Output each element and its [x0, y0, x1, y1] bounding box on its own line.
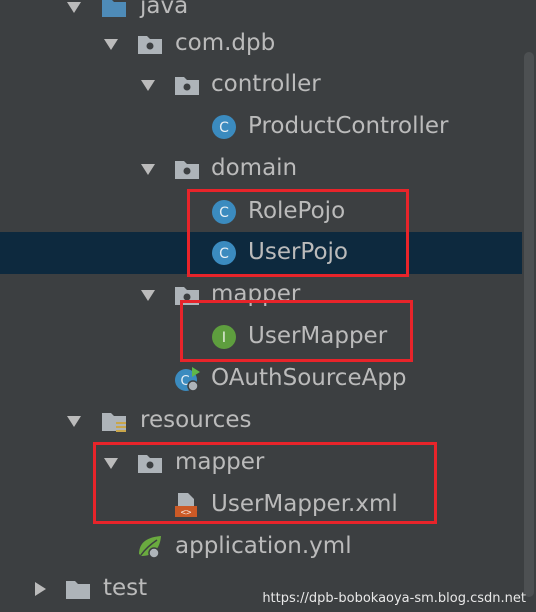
highlight-box-mapper-xml: [93, 442, 437, 524]
tree-item-label: com.dpb: [175, 30, 276, 56]
tree-item-label: controller: [211, 71, 321, 97]
resources-folder-icon: [102, 413, 126, 432]
tree-item-com-dpb[interactable]: com.dpb: [0, 23, 536, 65]
tree-item-productcontroller[interactable]: C ProductController: [0, 106, 536, 148]
svg-text:C: C: [219, 120, 229, 136]
vertical-scrollbar[interactable]: [522, 0, 536, 612]
highlight-box-usermapper: [180, 300, 413, 362]
package-icon: [138, 36, 162, 54]
class-icon: C: [212, 115, 236, 139]
tree-item-label: java: [140, 0, 189, 19]
spring-config-icon: [139, 536, 161, 559]
folder-icon: [66, 581, 90, 599]
spring-boot-app-icon: C: [175, 367, 200, 392]
tree-item-label: resources: [140, 407, 252, 433]
source-folder-icon: [102, 0, 126, 17]
tree-item-label: OAuthSourceApp: [211, 365, 407, 391]
project-tree: java com.dpb controller C ProductControl…: [0, 0, 536, 612]
tree-item-label: ProductController: [248, 113, 449, 139]
tree-item-label: application.yml: [175, 533, 352, 559]
tree-item-application-yml[interactable]: application.yml: [0, 526, 536, 568]
highlight-box-domain-classes: [187, 189, 409, 277]
package-icon: [175, 161, 199, 179]
tree-item-oauthsourceapp[interactable]: C OAuthSourceApp: [0, 358, 536, 400]
chevron-down-icon[interactable]: [140, 162, 156, 176]
tree-item-controller[interactable]: controller: [0, 64, 536, 106]
chevron-down-icon[interactable]: [140, 78, 156, 92]
chevron-down-icon[interactable]: [140, 288, 156, 302]
tree-item-label: domain: [211, 155, 298, 181]
tree-item-domain[interactable]: domain: [0, 148, 536, 190]
watermark: https://dpb-bobokaoya-sm.blog.csdn.net: [262, 591, 526, 606]
tree-item-label: test: [103, 575, 148, 601]
chevron-down-icon[interactable]: [103, 37, 119, 51]
chevron-right-icon[interactable]: [32, 582, 48, 596]
chevron-down-icon[interactable]: [66, 414, 82, 428]
scrollbar-thumb[interactable]: [524, 52, 534, 597]
package-icon: [175, 77, 199, 95]
chevron-down-icon[interactable]: [66, 0, 82, 14]
tree-item-resources[interactable]: resources: [0, 400, 536, 442]
